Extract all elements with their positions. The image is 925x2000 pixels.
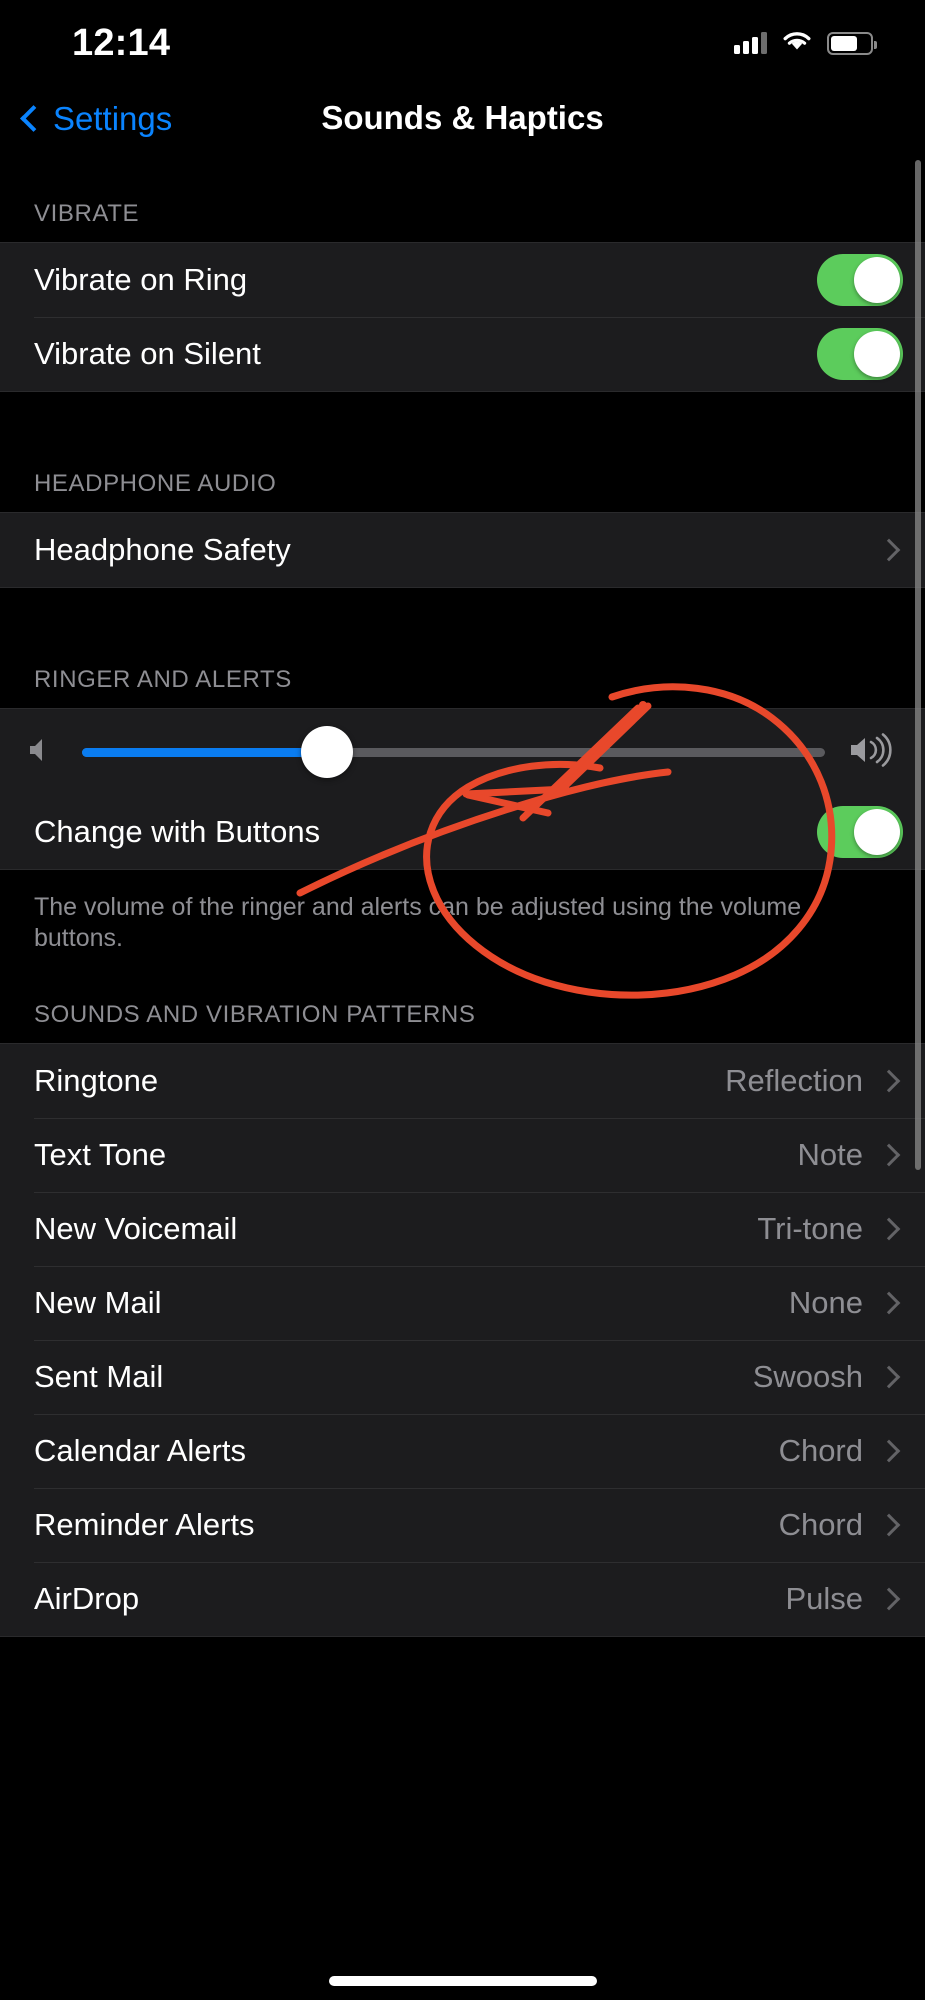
row-accessory: Pulse — [785, 1581, 903, 1617]
section-spacer — [0, 156, 925, 200]
section-spacer — [0, 970, 925, 1001]
row-headphone-safety[interactable]: Headphone Safety — [0, 513, 925, 587]
row-value: None — [788, 1284, 863, 1320]
group-sounds-and-vibration-patterns: Ringtone Reflection Text Tone Note New V… — [0, 1042, 925, 1637]
row-accessory: Reflection — [725, 1063, 903, 1099]
home-indicator — [328, 1976, 597, 1986]
section-header-vibrate: VIBRATE — [0, 200, 925, 242]
navigation-bar: Settings Sounds & Haptics — [0, 80, 925, 156]
row-label: New Voicemail — [34, 1210, 238, 1246]
row-label: Calendar Alerts — [34, 1432, 246, 1468]
row-label: New Mail — [34, 1284, 162, 1320]
back-button[interactable]: Settings — [0, 102, 172, 135]
toggle-knob — [854, 257, 900, 303]
row-label: Text Tone — [34, 1136, 167, 1172]
row-accessory: None — [789, 1285, 903, 1321]
row-value: Note — [797, 1136, 863, 1172]
slider-thumb[interactable] — [301, 726, 354, 778]
row-label: Sent Mail — [34, 1358, 164, 1394]
chevron-right-icon — [877, 1291, 901, 1314]
row-ringer-volume — [0, 709, 925, 795]
chevron-right-icon — [877, 1069, 901, 1092]
row-label: Vibrate on Silent — [34, 336, 261, 371]
row-new-voicemail[interactable]: New Voicemail Tri-tone — [0, 1191, 925, 1266]
status-bar-indicators — [734, 23, 877, 58]
row-accessory: Chord — [779, 1507, 903, 1543]
row-value: Chord — [778, 1506, 863, 1542]
row-label: Headphone Safety — [34, 532, 291, 567]
chevron-right-icon — [877, 1143, 901, 1166]
row-value: Tri-tone — [757, 1210, 863, 1246]
section-header-headphone-audio: HEADPHONE AUDIO — [0, 470, 925, 512]
row-value: Reflection — [725, 1062, 863, 1098]
row-new-mail[interactable]: New Mail None — [0, 1265, 925, 1340]
status-bar: 12:14 — [0, 0, 925, 80]
section-header-sounds-and-vibration-patterns: SOUNDS AND VIBRATION PATTERNS — [0, 1000, 925, 1043]
row-reminder-alerts[interactable]: Reminder Alerts Chord — [0, 1487, 925, 1562]
ringer-volume-slider[interactable] — [82, 726, 825, 778]
group-vibrate: Vibrate on Ring Vibrate on Silent — [0, 242, 925, 392]
settings-list: VIBRATE Vibrate on Ring Vibrate on Silen… — [0, 156, 925, 1637]
toggle-vibrate-on-silent[interactable] — [817, 328, 903, 380]
toggle-vibrate-on-ring[interactable] — [817, 254, 903, 306]
group-headphone-audio: Headphone Safety — [0, 512, 925, 588]
iphone-screen: 12:14 Settings Sounds & Haptics VIBRATE … — [0, 0, 925, 2000]
row-value: Pulse — [785, 1580, 863, 1616]
toggle-change-with-buttons[interactable] — [817, 806, 903, 858]
row-value: Chord — [778, 1432, 863, 1468]
row-ringtone[interactable]: Ringtone Reflection — [0, 1043, 925, 1118]
row-label: Reminder Alerts — [34, 1506, 255, 1542]
row-calendar-alerts[interactable]: Calendar Alerts Chord — [0, 1413, 925, 1488]
speaker-high-icon — [847, 731, 903, 774]
row-text-tone[interactable]: Text Tone Note — [0, 1117, 925, 1192]
row-sent-mail[interactable]: Sent Mail Swoosh — [0, 1339, 925, 1414]
row-accessory: Tri-tone — [757, 1211, 903, 1247]
slider-fill — [82, 747, 328, 757]
row-label: Vibrate on Ring — [34, 262, 248, 297]
speaker-low-icon — [26, 733, 60, 772]
toggle-knob — [854, 809, 900, 855]
cellular-signal-icon — [734, 32, 767, 54]
row-airdrop[interactable]: AirDrop Pulse — [0, 1561, 925, 1636]
row-vibrate-on-silent[interactable]: Vibrate on Silent — [0, 317, 925, 391]
row-value: Swoosh — [752, 1358, 863, 1394]
wifi-icon — [781, 29, 813, 58]
row-accessory — [877, 538, 903, 562]
chevron-right-icon — [877, 1217, 901, 1240]
row-label: AirDrop — [34, 1580, 140, 1616]
chevron-right-icon — [877, 1439, 901, 1462]
chevron-right-icon — [877, 538, 901, 562]
section-header-ringer-and-alerts: RINGER AND ALERTS — [0, 666, 925, 708]
battery-icon — [827, 31, 877, 55]
chevron-right-icon — [877, 1365, 901, 1388]
section-spacer — [0, 392, 925, 470]
row-accessory: Chord — [779, 1433, 903, 1469]
chevron-right-icon — [877, 1513, 901, 1536]
status-bar-time: 12:14 — [72, 22, 171, 64]
row-change-with-buttons[interactable]: Change with Buttons — [0, 795, 925, 869]
row-label: Ringtone — [34, 1062, 159, 1098]
back-button-label: Settings — [53, 99, 173, 137]
chevron-left-icon — [20, 104, 47, 132]
scrollbar[interactable] — [915, 160, 921, 1170]
row-accessory: Note — [798, 1137, 903, 1173]
chevron-right-icon — [877, 1587, 901, 1610]
section-footer-ringer-and-alerts: The volume of the ringer and alerts can … — [0, 870, 925, 971]
row-vibrate-on-ring[interactable]: Vibrate on Ring — [0, 243, 925, 317]
row-accessory: Swoosh — [753, 1359, 903, 1395]
section-spacer — [0, 588, 925, 666]
toggle-knob — [854, 331, 900, 377]
row-label: Change with Buttons — [34, 814, 321, 849]
group-ringer-and-alerts: Change with Buttons — [0, 708, 925, 870]
